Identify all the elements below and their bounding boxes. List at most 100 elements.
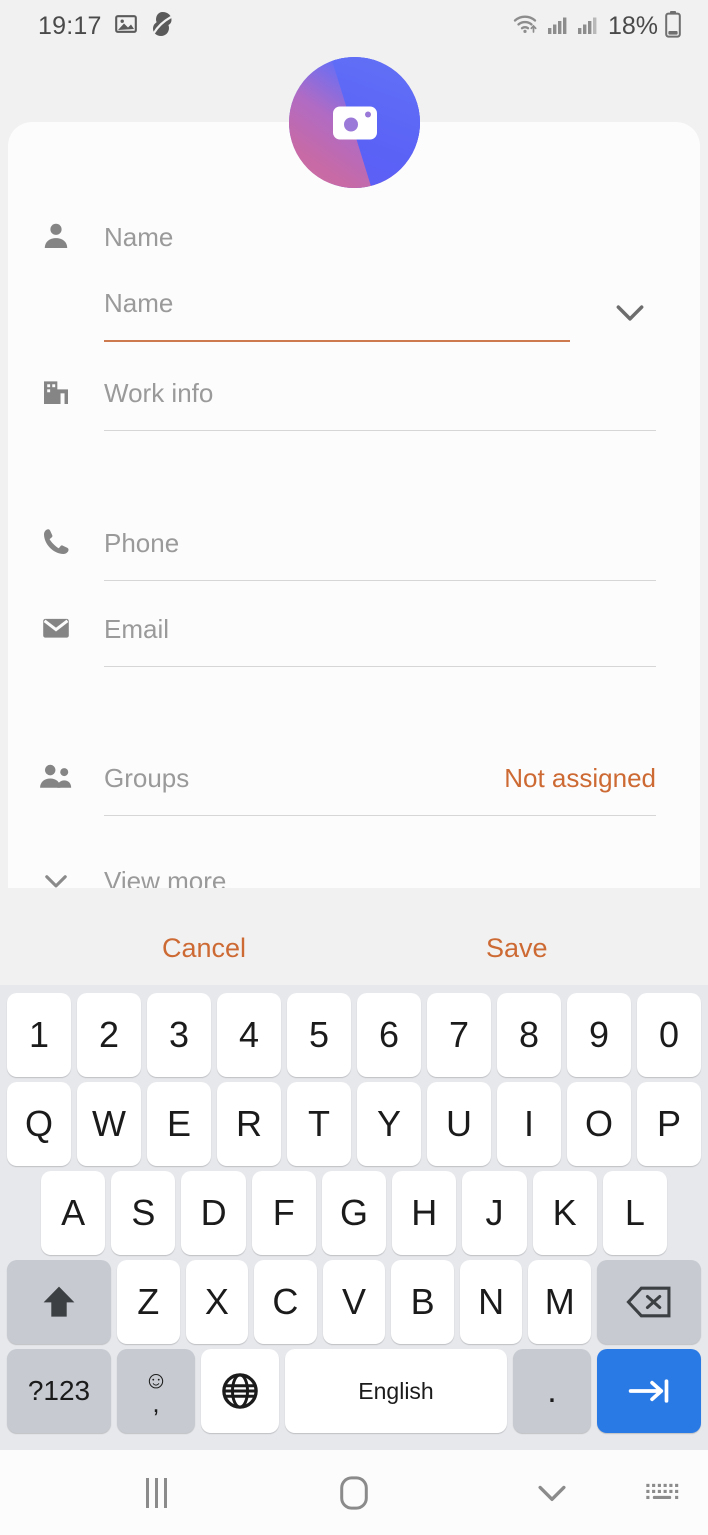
- people-icon: [8, 759, 104, 793]
- wifi-icon: [513, 12, 540, 41]
- image-icon: [114, 12, 138, 41]
- battery-percent-label: 18%: [607, 11, 658, 40]
- key-t[interactable]: T: [287, 1082, 351, 1166]
- recents-icon[interactable]: [116, 1463, 196, 1523]
- keyboard-row-bottom: Z X C V B N M: [4, 1260, 704, 1344]
- phone-screen: 19:17 18% Name Name Work info Phone Emai…: [0, 0, 708, 1535]
- keyboard-row-numbers: 1 2 3 4 5 6 7 8 9 0: [4, 993, 704, 1077]
- key-x[interactable]: X: [185, 1260, 249, 1344]
- emoji-comma-key[interactable]: ☺ ,: [117, 1349, 195, 1433]
- symbols-key[interactable]: ?123: [7, 1349, 111, 1433]
- camera-dot: [364, 111, 371, 117]
- field-name-input[interactable]: Name: [8, 284, 700, 342]
- card-action-bar: Cancel Save: [0, 918, 708, 978]
- backspace-icon[interactable]: [597, 1260, 702, 1344]
- save-button[interactable]: Save: [476, 927, 558, 970]
- home-icon[interactable]: [314, 1463, 394, 1523]
- key-k[interactable]: K: [532, 1171, 597, 1255]
- keyboard-icon[interactable]: [632, 1463, 692, 1523]
- period-key[interactable]: .: [513, 1349, 591, 1433]
- view-more-body: View more: [104, 862, 700, 888]
- field-work-info-body[interactable]: Work info: [104, 374, 700, 431]
- key-8[interactable]: 8: [497, 993, 561, 1077]
- contact-form-card: Name Name Work info Phone Email Groups N…: [8, 122, 700, 888]
- status-bar: 19:17 18%: [0, 0, 708, 52]
- key-g[interactable]: G: [321, 1171, 387, 1255]
- key-r[interactable]: R: [217, 1082, 281, 1166]
- key-h[interactable]: H: [392, 1171, 457, 1255]
- key-p[interactable]: P: [637, 1082, 701, 1166]
- phone-underline: [104, 580, 656, 581]
- key-7[interactable]: 7: [427, 993, 491, 1077]
- key-2[interactable]: 2: [77, 993, 141, 1077]
- key-i[interactable]: I: [497, 1082, 561, 1166]
- key-o[interactable]: O: [567, 1082, 631, 1166]
- key-b[interactable]: B: [391, 1260, 454, 1344]
- groups-label: Groups: [104, 763, 190, 793]
- field-phone[interactable]: Phone: [8, 524, 700, 581]
- key-s[interactable]: S: [111, 1171, 176, 1255]
- signal-icon: [546, 12, 570, 41]
- key-m[interactable]: M: [528, 1260, 592, 1344]
- key-z[interactable]: Z: [116, 1260, 180, 1344]
- key-3[interactable]: 3: [147, 993, 211, 1077]
- status-bar-right: 18%: [513, 10, 682, 43]
- groups-underline: [104, 815, 656, 816]
- view-more-row[interactable]: View more: [8, 862, 700, 888]
- keyboard-row-home: A S D F G H J K L: [4, 1171, 704, 1255]
- key-f[interactable]: F: [251, 1171, 316, 1255]
- shift-icon[interactable]: [6, 1260, 111, 1344]
- keyboard-row-qwerty: Q W E R T Y U I O P: [4, 1082, 704, 1166]
- key-e[interactable]: E: [147, 1082, 211, 1166]
- collapse-keyboard-icon[interactable]: [512, 1463, 592, 1523]
- key-0[interactable]: 0: [637, 993, 701, 1077]
- field-name-section[interactable]: Name: [8, 218, 700, 256]
- key-5[interactable]: 5: [287, 993, 351, 1077]
- signal-icon-2: [576, 12, 600, 41]
- spacebar[interactable]: English: [285, 1349, 507, 1433]
- cancel-button[interactable]: Cancel: [152, 927, 256, 970]
- key-v[interactable]: V: [322, 1260, 386, 1344]
- app-icon: [150, 11, 174, 42]
- on-screen-keyboard: 1 2 3 4 5 6 7 8 9 0 Q W E R T Y U I O P …: [0, 985, 708, 1450]
- chevron-down-icon: [8, 862, 104, 888]
- key-y[interactable]: Y: [357, 1082, 421, 1166]
- keyboard-row-space: ?123 ☺ , English .: [4, 1349, 704, 1433]
- field-email[interactable]: Email: [8, 610, 700, 667]
- avatar[interactable]: [289, 57, 420, 188]
- key-4[interactable]: 4: [217, 993, 281, 1077]
- field-email-body[interactable]: Email: [104, 610, 700, 667]
- field-phone-body[interactable]: Phone: [104, 524, 700, 581]
- key-6[interactable]: 6: [357, 993, 421, 1077]
- field-groups[interactable]: Groups Not assigned: [8, 759, 700, 816]
- key-w[interactable]: W: [77, 1082, 141, 1166]
- status-clock: 19:17: [38, 11, 102, 40]
- work-info-placeholder[interactable]: Work info: [104, 374, 656, 412]
- name-expand-chevron-down-icon[interactable]: [610, 298, 650, 328]
- key-l[interactable]: L: [602, 1171, 667, 1255]
- key-q[interactable]: Q: [7, 1082, 71, 1166]
- key-j[interactable]: J: [462, 1171, 527, 1255]
- key-1[interactable]: 1: [7, 993, 71, 1077]
- field-work-info[interactable]: Work info: [8, 374, 700, 431]
- key-d[interactable]: D: [181, 1171, 246, 1255]
- system-navigation-bar: [0, 1450, 708, 1535]
- battery-icon: [664, 10, 682, 43]
- person-icon: [8, 218, 104, 252]
- key-c[interactable]: C: [254, 1260, 317, 1344]
- next-field-icon[interactable]: [597, 1349, 701, 1433]
- key-u[interactable]: U: [427, 1082, 491, 1166]
- name-input-placeholder[interactable]: Name: [104, 284, 570, 322]
- key-9[interactable]: 9: [567, 993, 631, 1077]
- status-bar-left: 19:17: [38, 11, 174, 42]
- groups-value[interactable]: Not assigned: [504, 759, 656, 797]
- globe-icon[interactable]: [201, 1349, 279, 1433]
- field-groups-body[interactable]: Groups Not assigned: [104, 759, 700, 816]
- building-icon: [8, 374, 104, 408]
- groups-row: Groups Not assigned: [104, 759, 656, 797]
- email-placeholder[interactable]: Email: [104, 610, 656, 648]
- phone-placeholder[interactable]: Phone: [104, 524, 656, 562]
- camera-lens: [343, 117, 358, 131]
- key-a[interactable]: A: [41, 1171, 106, 1255]
- key-n[interactable]: N: [459, 1260, 523, 1344]
